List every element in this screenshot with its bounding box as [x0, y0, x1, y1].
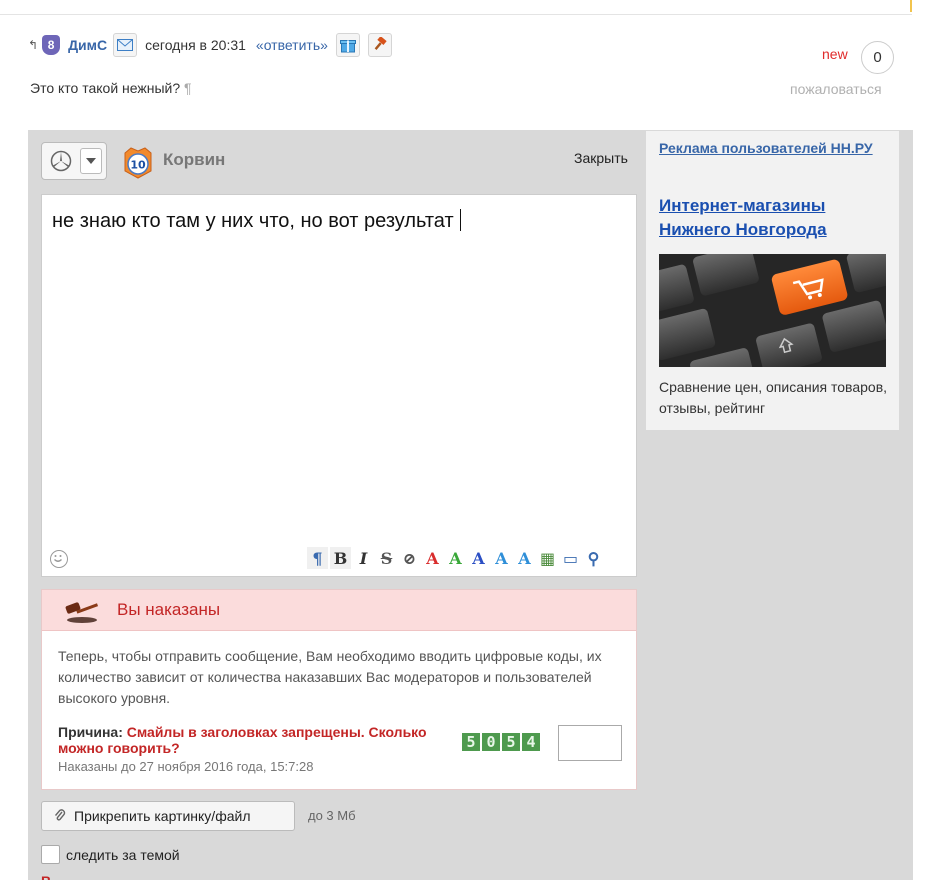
- toolbar-color-green-icon[interactable]: A: [445, 547, 466, 569]
- toolbar-bold-icon[interactable]: B: [330, 547, 351, 569]
- ad-description: Сравнение цен, описания товаров, отзывы,…: [659, 379, 888, 416]
- gift-icon[interactable]: [335, 33, 360, 57]
- toolbar-color-blue-icon[interactable]: A: [468, 547, 489, 569]
- punishment-title: Вы наказаны: [117, 600, 221, 619]
- comment-time: сегодня в 20:31: [145, 37, 246, 53]
- close-button[interactable]: Закрыть: [574, 150, 628, 166]
- reason-label: Причина:: [58, 724, 123, 740]
- ad-title-link[interactable]: Реклама пользователей НН.РУ: [659, 140, 879, 156]
- captcha-code: 5 0 5 4: [462, 733, 540, 751]
- attach-label: Прикрепить картинку/файл: [74, 808, 251, 824]
- top-accent: [910, 0, 912, 12]
- complain-link[interactable]: пожаловаться: [790, 81, 882, 97]
- punishment-header: Вы наказаны: [42, 590, 636, 631]
- paperclip-icon: [54, 809, 66, 823]
- reply-arrow-icon[interactable]: ↰: [28, 38, 38, 52]
- reply-link[interactable]: «ответить»: [256, 37, 328, 53]
- new-label: new: [822, 46, 848, 62]
- ad-heading-link[interactable]: Интернет-магазины Нижнего Новгорода: [659, 194, 889, 242]
- mail-icon[interactable]: [113, 33, 138, 57]
- attach-file-button[interactable]: Прикрепить картинку/файл: [41, 801, 295, 831]
- attach-limit: до 3 Мб: [308, 808, 356, 823]
- text-caret: [459, 209, 461, 231]
- punishment-until: Наказаны до 27 ноября 2016 года, 15:7:28: [58, 759, 314, 774]
- punishment-reason: Причина: Смайлы в заголовках запрещены. …: [58, 724, 458, 756]
- top-divider: [0, 0, 912, 15]
- captcha-digit: 4: [522, 733, 540, 751]
- format-toolbar: ¶ B I S ⊘ A A A A A ▦ ▭ ⚲: [307, 547, 604, 569]
- user-level-10-icon: 10: [121, 145, 155, 179]
- captcha-digit: 5: [462, 733, 480, 751]
- user-level-badge: 8: [42, 35, 61, 55]
- rating-count[interactable]: 0: [861, 41, 894, 74]
- ad-keyboard-image[interactable]: [659, 254, 886, 367]
- comment-author-link[interactable]: ДимС: [68, 37, 107, 53]
- pilcrow-icon[interactable]: ¶: [184, 80, 192, 96]
- toolbar-pilcrow-icon[interactable]: ¶: [307, 547, 328, 569]
- gavel-icon[interactable]: [367, 33, 392, 57]
- punishment-text: Теперь, чтобы отправить сообщение, Вам н…: [58, 648, 602, 706]
- message-text: не знаю кто там у них что, но вот резуль…: [52, 209, 461, 233]
- punishment-box: Вы наказаны Теперь, чтобы отправить сооб…: [41, 589, 637, 790]
- captcha-input[interactable]: [558, 725, 622, 761]
- message-textarea[interactable]: не знаю кто там у них что, но вот резуль…: [41, 194, 637, 577]
- comment-text: Это кто такой нежный? ¶: [30, 80, 192, 96]
- captcha-digit: 0: [482, 733, 500, 751]
- toolbar-color-red-icon[interactable]: A: [422, 547, 443, 569]
- chevron-down-icon[interactable]: [80, 148, 102, 174]
- toolbar-reverse-translit-icon[interactable]: A: [514, 547, 535, 569]
- toolbar-link-icon[interactable]: ⚲: [583, 547, 604, 569]
- comment-body: Это кто такой нежный?: [30, 80, 181, 96]
- toolbar-italic-icon[interactable]: I: [353, 547, 374, 569]
- user-badge-number: 10: [130, 159, 146, 172]
- editor-user-name[interactable]: Корвин: [163, 150, 225, 170]
- follow-topic-checkbox[interactable]: [41, 845, 60, 864]
- captcha-digit: 5: [502, 733, 520, 751]
- cut-off-text: В: [41, 873, 51, 880]
- toolbar-video-icon[interactable]: ▦: [537, 547, 558, 569]
- toolbar-hide-icon[interactable]: ⊘: [399, 547, 420, 569]
- toolbar-strike-icon[interactable]: S: [376, 547, 397, 569]
- comment-header: ↰ 8 ДимС сегодня в 20:31 «ответить»: [28, 33, 400, 57]
- message-text-content: не знаю кто там у них что, но вот резуль…: [52, 210, 454, 232]
- toolbar-translit-icon[interactable]: A: [491, 547, 512, 569]
- gavel-large-icon: [62, 596, 102, 629]
- smiley-icon[interactable]: [50, 550, 68, 568]
- toolbar-image-icon[interactable]: ▭: [560, 547, 581, 569]
- mercedes-icon: [50, 150, 72, 172]
- editor-mode-button[interactable]: [41, 142, 107, 180]
- follow-topic-label[interactable]: следить за темой: [66, 847, 180, 863]
